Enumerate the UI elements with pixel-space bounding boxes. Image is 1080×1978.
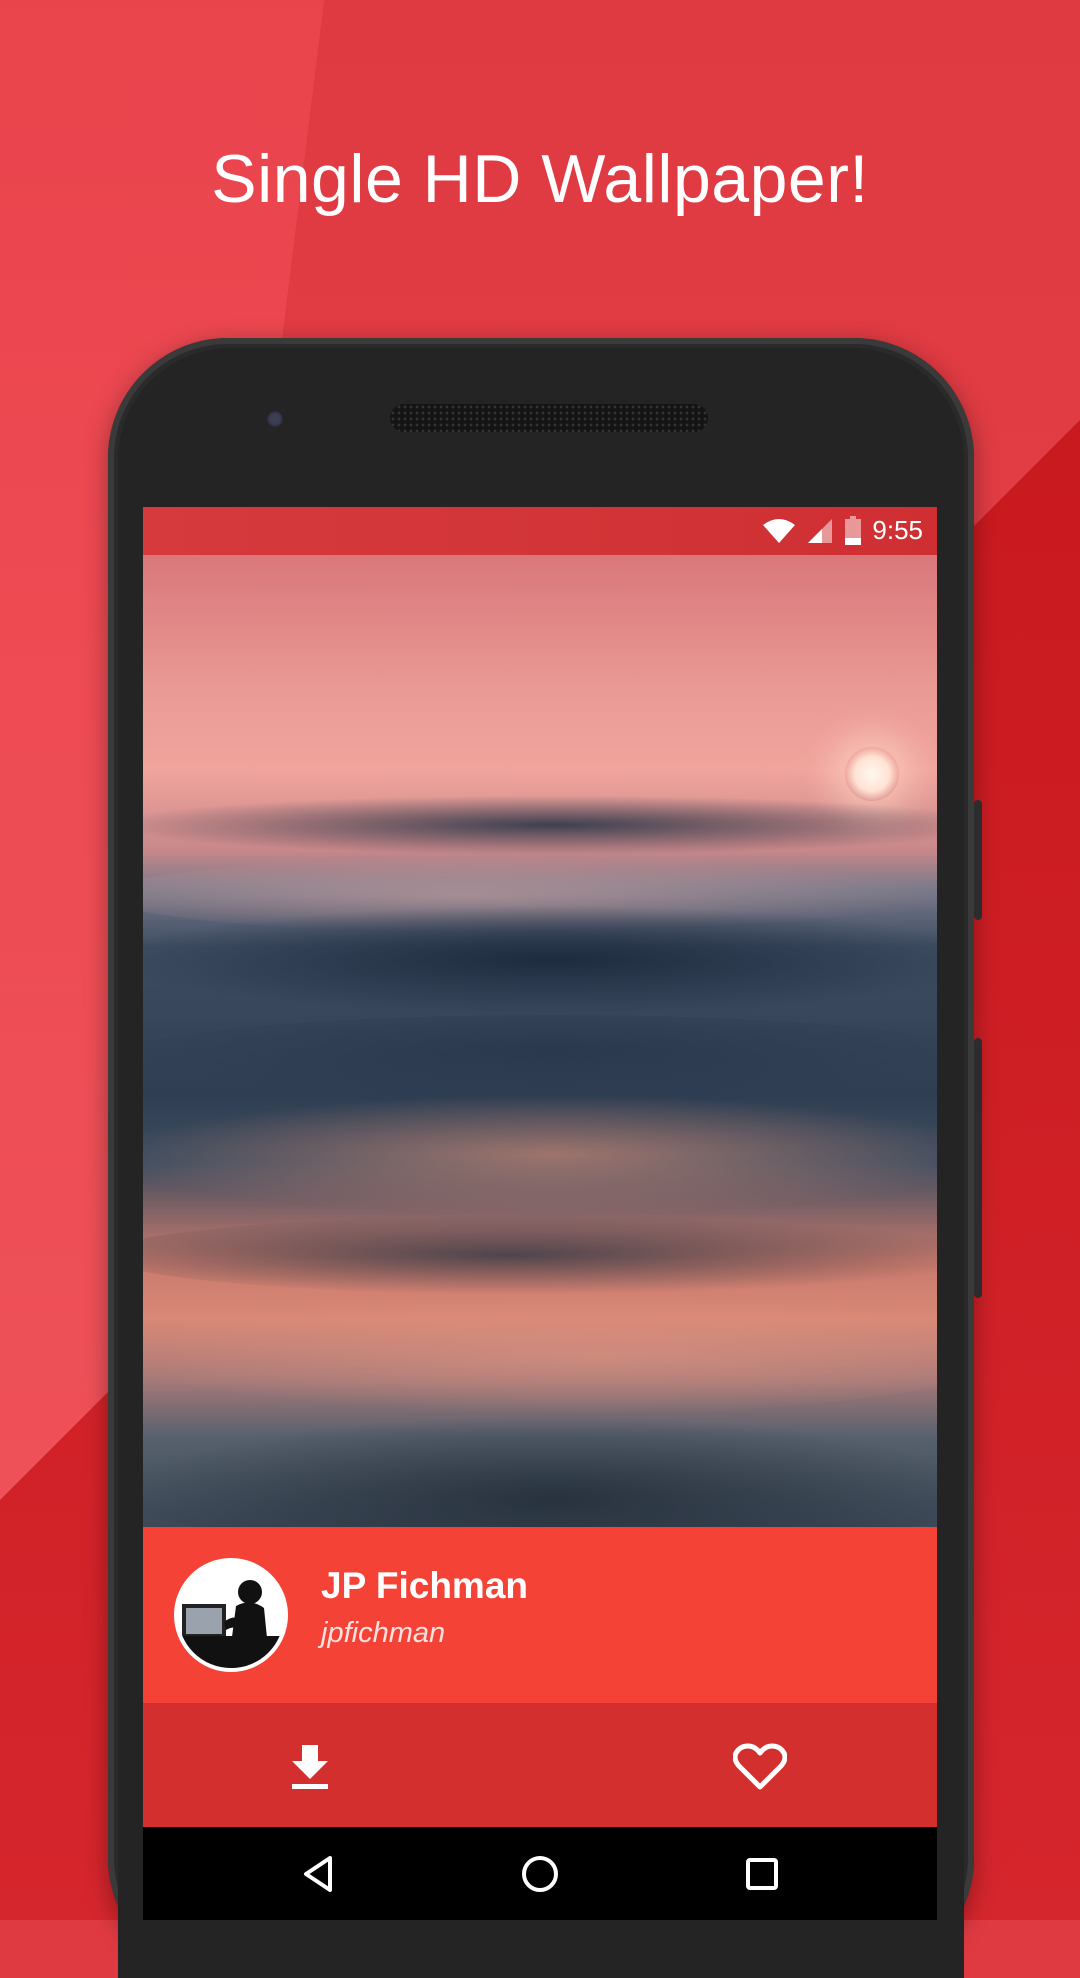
nav-home-button[interactable] [515, 1849, 565, 1899]
nav-back-button[interactable] [293, 1849, 343, 1899]
status-icons: 9:55 [762, 515, 923, 546]
wave [143, 905, 937, 1015]
earpiece-speaker [390, 404, 708, 432]
power-button [974, 1038, 982, 1298]
status-time: 9:55 [872, 515, 923, 545]
creator-username: jpfichman [321, 1617, 446, 1649]
creator-card[interactable]: JP Fichman jpfichman [143, 1527, 937, 1703]
wave [143, 795, 937, 855]
wave [143, 1415, 937, 1535]
avatar[interactable] [174, 1558, 288, 1672]
recents-icon [746, 1858, 778, 1890]
wave [143, 1295, 937, 1415]
wave [143, 1215, 937, 1295]
front-camera [266, 410, 284, 428]
favorite-button[interactable] [730, 1737, 790, 1797]
promo-headline: Single HD Wallpaper! [211, 141, 869, 217]
volume-button [974, 800, 982, 920]
wifi-icon [763, 518, 796, 543]
status-bar: 9:55 [143, 507, 937, 555]
download-button[interactable] [280, 1737, 340, 1797]
download-icon [292, 1745, 328, 1789]
wave [143, 1095, 937, 1215]
phone-screen: 9:55 JP Fichman jpfichman [143, 507, 937, 1920]
system-nav-bar [143, 1827, 937, 1920]
back-icon [304, 1856, 332, 1892]
avatar-silhouette-icon [178, 1562, 284, 1668]
nav-recents-button[interactable] [737, 1849, 787, 1899]
home-icon [522, 1856, 558, 1892]
wallpaper-image[interactable] [143, 555, 937, 1535]
sun [845, 747, 899, 801]
wave [143, 1015, 937, 1105]
cell-signal-icon [808, 518, 833, 543]
heart-outline-icon [733, 1743, 787, 1790]
creator-name: JP Fichman [321, 1565, 529, 1606]
action-bar [143, 1703, 937, 1827]
battery-icon [845, 515, 862, 545]
